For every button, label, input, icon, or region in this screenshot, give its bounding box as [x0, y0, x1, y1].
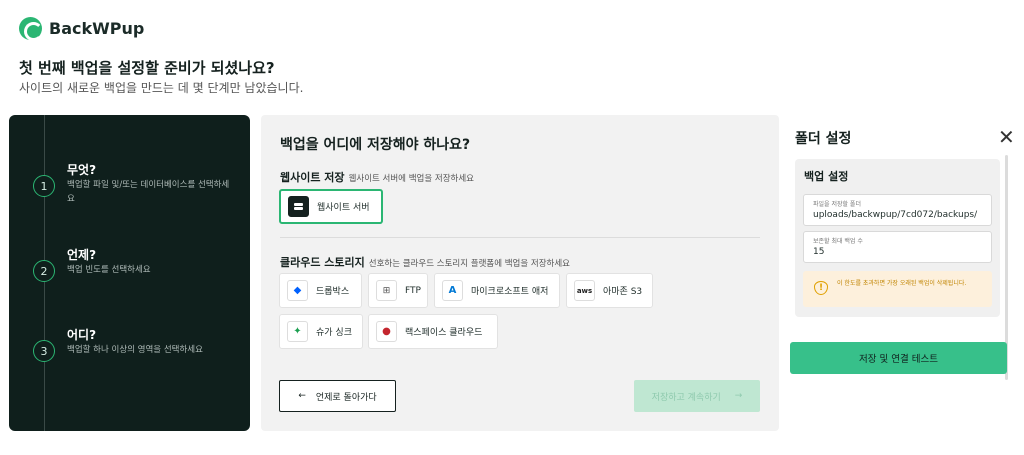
field-value: uploads/backwpup/7cd072/backups/ [813, 210, 978, 220]
website-server-option[interactable]: 웹사이트 서버 [279, 189, 383, 224]
page-subtitle: 사이트의 새로운 백업을 만드는 데 몇 단계만 남았습니다. [19, 81, 304, 95]
sugarsync-option[interactable]: ✦ 슈가 싱크 [279, 314, 363, 349]
warning-icon: ! [814, 281, 828, 295]
step-description: 백업할 파일 및/또는 데이터베이스를 선택하세요 [67, 180, 230, 204]
ftp-option[interactable]: ⊞ FTP [368, 273, 428, 308]
dropbox-icon: ◆ [287, 280, 308, 301]
storage-selection-panel: 백업을 어디에 저장해야 하나요? 웹사이트 저장 웹사이트 서버에 백업을 저장… [261, 115, 779, 431]
section-title: 클라우드 스토리지 [280, 256, 365, 269]
sugarsync-icon: ✦ [287, 321, 308, 342]
ftp-icon: ⊞ [376, 280, 397, 301]
section-title: 웹사이트 저장 [280, 171, 345, 184]
dropbox-option[interactable]: ◆ 드롭박스 [279, 273, 362, 308]
server-icon [288, 196, 309, 217]
amazon-s3-option[interactable]: aws 아마존 S3 [566, 273, 653, 308]
page-title: 첫 번째 백업을 설정할 준비가 되셨나요? [19, 59, 275, 77]
rackspace-icon: ● [376, 321, 397, 342]
brand-logo: BackWPup [19, 17, 145, 41]
step-number: 2 [33, 260, 55, 282]
section-divider [280, 237, 760, 238]
option-label: FTP [405, 285, 421, 296]
step-description: 백업 빈도를 선택하세요 [67, 265, 151, 275]
arrow-left-icon: ← [298, 391, 306, 401]
option-label: 마이크로소프트 애저 [471, 287, 549, 297]
warning-notice: ! 이 한도를 초과하면 가장 오래된 백업이 삭제됩니다. [803, 271, 992, 307]
back-button-label: 언제로 돌아가다 [315, 392, 377, 403]
step-description: 백업할 하나 이상의 영역을 선택하세요 [67, 345, 203, 355]
website-storage-label: 웹사이트 저장 웹사이트 서버에 백업을 저장하세요 [280, 169, 474, 185]
next-button-label: 저장하고 계속하기 [651, 392, 721, 403]
close-icon[interactable]: ✕ [998, 127, 1015, 147]
option-label: 드롭박스 [316, 287, 350, 297]
max-backups-field[interactable]: 보존할 최대 백업 수 15 [803, 231, 992, 263]
option-label: 랙스페이스 클라우드 [405, 328, 483, 338]
save-test-connection-button[interactable]: 저장 및 연결 테스트 [790, 342, 1007, 374]
backwpup-logo-icon [19, 17, 43, 41]
option-label: 슈가 싱크 [316, 328, 352, 338]
save-button-label: 저장 및 연결 테스트 [859, 354, 938, 365]
card-title: 백업 설정 [804, 170, 849, 183]
onboarding-stepper: 1 무엇? 백업할 파일 및/또는 데이터베이스를 선택하세요 2 언제? 백업… [9, 115, 250, 431]
step-title: 무엇? [67, 163, 97, 177]
option-label: 웹사이트 서버 [317, 203, 370, 213]
step-title: 어디? [67, 328, 97, 342]
backup-folder-field[interactable]: 파일을 저장할 폴더 uploads/backwpup/7cd072/backu… [803, 194, 992, 226]
field-label: 보존할 최대 백업 수 [813, 238, 863, 245]
folder-settings-panel: 폴더 설정 ✕ 백업 설정 파일을 저장할 폴더 uploads/backwpu… [785, 115, 1024, 455]
azure-icon: A [442, 280, 463, 301]
option-label: 아마존 S3 [603, 287, 643, 297]
brand-name: BackWPup [49, 19, 145, 38]
step-number: 3 [33, 340, 55, 362]
folder-settings-title: 폴더 설정 [795, 131, 852, 147]
panel-title: 백업을 어디에 저장해야 하나요? [280, 137, 471, 153]
step-number: 1 [33, 175, 55, 197]
cloud-storage-label: 클라우드 스토리지 선호하는 클라우드 스토리지 플랫폼에 백업을 저장하세요 [280, 254, 570, 270]
section-hint: 웹사이트 서버에 백업을 저장하세요 [348, 174, 474, 184]
field-value: 15 [813, 247, 825, 257]
warning-text: 이 한도를 초과하면 가장 오래된 백업이 삭제됩니다. [837, 280, 967, 287]
arrow-right-icon: → [734, 391, 743, 401]
step-title: 언제? [67, 248, 97, 262]
field-label: 파일을 저장할 폴더 [813, 201, 861, 208]
back-button[interactable]: ← 언제로 돌아가다 [279, 380, 396, 412]
azure-option[interactable]: A 마이크로소프트 애저 [434, 273, 560, 308]
section-hint: 선호하는 클라우드 스토리지 플랫폼에 백업을 저장하세요 [368, 259, 570, 269]
save-continue-button[interactable]: 저장하고 계속하기 → [634, 380, 760, 412]
rackspace-option[interactable]: ● 랙스페이스 클라우드 [368, 314, 498, 349]
backup-settings-card: 백업 설정 파일을 저장할 폴더 uploads/backwpup/7cd072… [795, 159, 1000, 317]
aws-icon: aws [574, 280, 595, 301]
